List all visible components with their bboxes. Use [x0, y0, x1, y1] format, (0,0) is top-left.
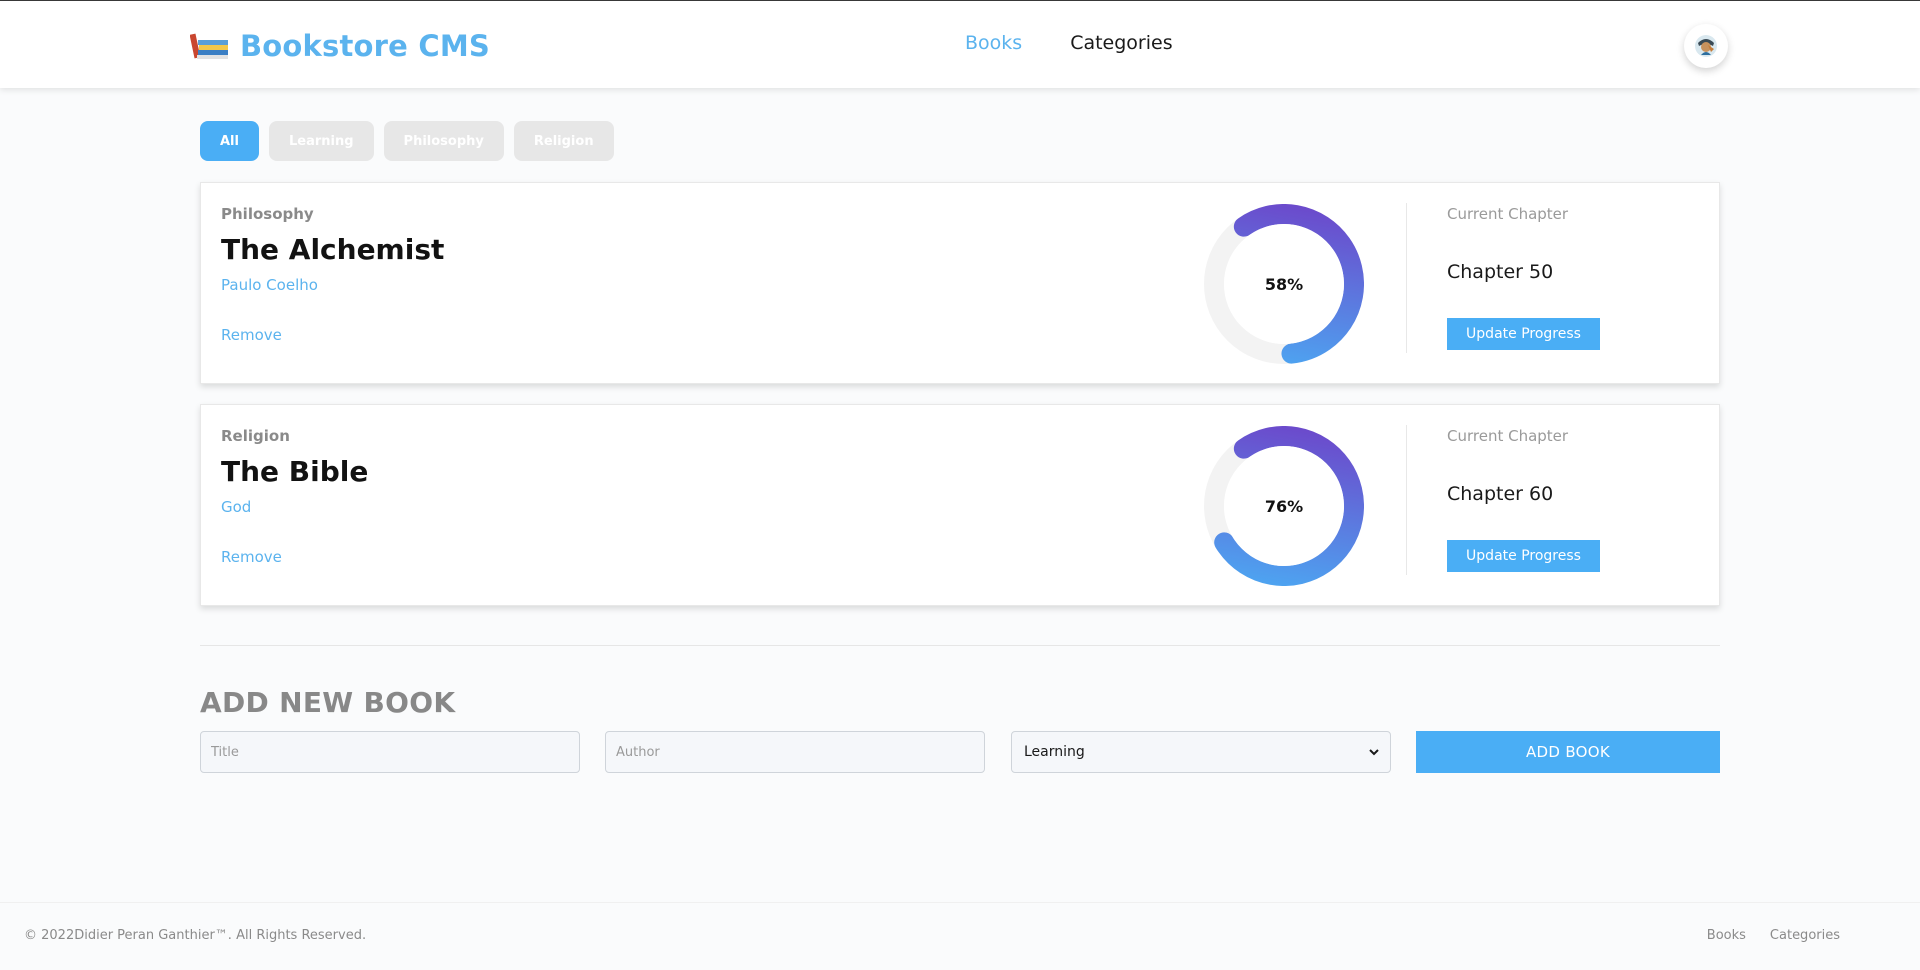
current-chapter-label: Current Chapter	[1447, 205, 1569, 223]
nav-categories-link[interactable]: Categories	[1070, 32, 1172, 54]
category-select[interactable]: Learning	[1011, 731, 1391, 773]
card-divider	[1406, 425, 1407, 575]
update-progress-button[interactable]: Update Progress	[1447, 540, 1600, 572]
progress-percent: 76%	[1264, 496, 1304, 516]
book-card: Philosophy The Alchemist Paulo Coelho Re…	[200, 182, 1720, 384]
remove-button[interactable]: Remove	[221, 548, 282, 566]
book-author[interactable]: God	[221, 498, 368, 516]
filter-learning[interactable]: Learning	[268, 121, 374, 161]
remove-button[interactable]: Remove	[221, 326, 282, 344]
filter-philosophy[interactable]: Philosophy	[383, 121, 504, 161]
books-stack-icon	[190, 33, 228, 59]
footer-categories-link[interactable]: Categories	[1770, 928, 1840, 943]
book-info: Philosophy The Alchemist Paulo Coelho	[221, 205, 444, 294]
progress-ring: 76%	[1204, 426, 1364, 586]
app-header: Bookstore CMS Books Categories	[0, 1, 1920, 88]
brand-name: Bookstore CMS	[240, 29, 490, 63]
title-input[interactable]	[200, 731, 580, 773]
current-chapter-value: Chapter 60	[1447, 483, 1554, 505]
book-card: Religion The Bible God Remove 76% Curren…	[200, 404, 1720, 606]
author-input[interactable]	[605, 731, 985, 773]
footer-books-link[interactable]: Books	[1707, 928, 1746, 943]
current-chapter-value: Chapter 50	[1447, 261, 1554, 283]
progress-ring: 58%	[1204, 204, 1364, 364]
app-footer: © 2022Didier Peran Ganthier™. All Rights…	[0, 902, 1920, 970]
footer-nav: Books Categories	[1707, 928, 1840, 943]
brand[interactable]: Bookstore CMS	[190, 28, 490, 64]
copyright-text: © 2022Didier Peran Ganthier™. All Rights…	[24, 928, 367, 943]
book-title: The Bible	[221, 455, 369, 488]
user-avatar-icon	[1695, 35, 1717, 57]
chevron-down-icon	[1369, 749, 1379, 756]
book-title: The Alchemist	[221, 233, 445, 266]
current-chapter-label: Current Chapter	[1447, 427, 1569, 445]
main-nav: Books Categories	[965, 32, 1173, 54]
filter-religion[interactable]: Religion	[513, 121, 614, 161]
add-book-button[interactable]: ADD BOOK	[1416, 731, 1720, 773]
nav-books-link[interactable]: Books	[965, 32, 1022, 54]
book-info: Religion The Bible God	[221, 427, 368, 516]
section-divider	[200, 645, 1720, 646]
filter-all[interactable]: All	[200, 121, 259, 161]
card-divider	[1406, 203, 1407, 353]
progress-percent: 58%	[1264, 274, 1304, 294]
category-filters: All Learning Philosophy Religion	[200, 121, 614, 161]
update-progress-button[interactable]: Update Progress	[1447, 318, 1600, 350]
book-category: Philosophy	[221, 205, 314, 223]
add-book-heading: ADD NEW BOOK	[200, 686, 456, 719]
category-select-value: Learning	[1024, 744, 1085, 760]
book-author[interactable]: Paulo Coelho	[221, 276, 444, 294]
book-category: Religion	[221, 427, 290, 445]
user-avatar-button[interactable]	[1684, 24, 1728, 68]
